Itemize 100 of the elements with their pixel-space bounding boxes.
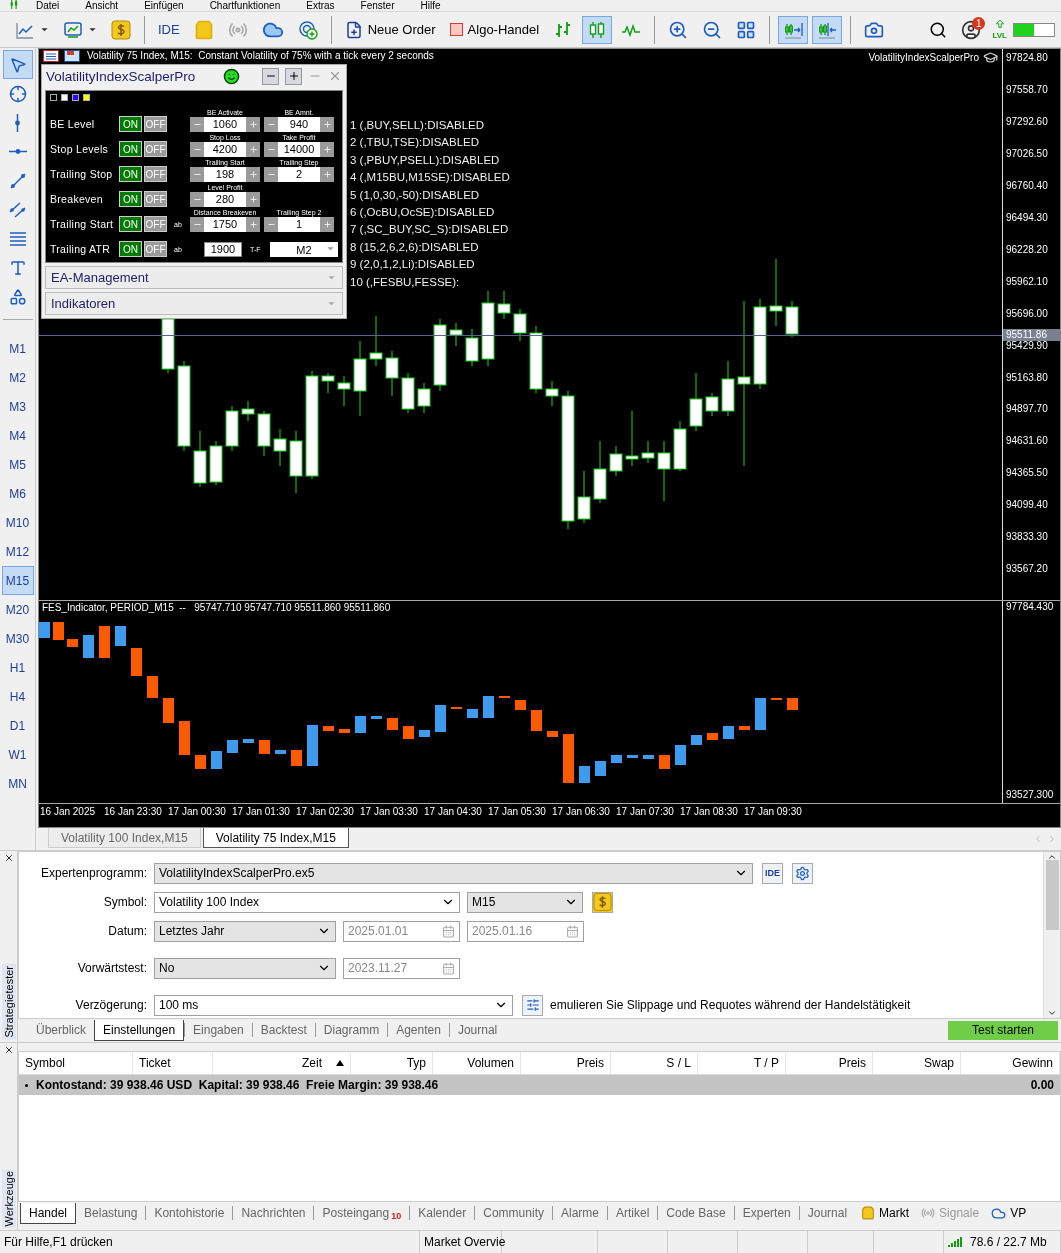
scrollbar[interactable] <box>1043 852 1060 1018</box>
chart-tab[interactable]: Volatility 75 Index,M15 <box>202 828 349 848</box>
sliders-button[interactable] <box>522 994 543 1016</box>
dropdown-field[interactable]: VolatilityIndexScalperPro.ex5 <box>154 862 753 884</box>
column-header[interactable]: Symbol <box>19 1052 133 1074</box>
new-order-button[interactable]: Neue Order <box>339 15 441 44</box>
on-button[interactable]: ON <box>119 241 142 257</box>
on-button[interactable]: ON <box>119 216 142 232</box>
timeframe-dropdown[interactable]: M2 <box>270 242 338 257</box>
currency-button[interactable] <box>592 891 613 913</box>
timeframe-button[interactable]: M12 <box>1 537 34 566</box>
algo-trading-button[interactable]: Algo-Handel <box>444 15 545 44</box>
decrease-button[interactable] <box>190 142 204 157</box>
decrease-button[interactable] <box>264 117 278 132</box>
settings-button[interactable] <box>792 862 813 884</box>
column-header[interactable]: Preis <box>786 1052 873 1074</box>
increase-button[interactable] <box>320 142 334 157</box>
drawing-tool-button[interactable] <box>2 50 33 79</box>
autoscroll-button[interactable] <box>778 15 809 44</box>
chart-tab[interactable]: Volatility 100 Index,M15 <box>48 828 201 848</box>
timeframe-button[interactable]: M1 <box>1 334 34 363</box>
column-header[interactable]: Swap <box>873 1052 961 1074</box>
column-header[interactable]: T / P <box>698 1052 786 1074</box>
on-button[interactable]: ON <box>119 191 142 207</box>
toolbox-tab[interactable]: Journal <box>799 1202 856 1224</box>
tester-tab[interactable]: Diagramm <box>315 1019 388 1041</box>
tester-tab[interactable]: Einstellungen <box>94 1019 185 1041</box>
dropdown-field[interactable]: 100 ms <box>154 994 513 1016</box>
menu-item[interactable]: Extras <box>306 0 335 11</box>
menu-item[interactable]: Chartfunktionen <box>209 0 281 11</box>
toolbox-tab[interactable]: Community <box>475 1202 552 1224</box>
decrease-button[interactable] <box>190 117 204 132</box>
on-button[interactable]: ON <box>119 141 142 157</box>
ide-button[interactable]: IDE <box>762 862 783 884</box>
dropdown-field[interactable]: M15 <box>467 891 583 913</box>
timeframe-button[interactable]: M5 <box>1 450 34 479</box>
column-header[interactable]: Ticket <box>133 1052 213 1074</box>
timeframe-button[interactable]: M6 <box>1 479 34 508</box>
increase-button[interactable] <box>246 167 260 182</box>
toolbox-tab[interactable]: Handel <box>20 1202 77 1224</box>
toolbox-link[interactable]: Markt <box>855 1206 916 1220</box>
toolbox-tab[interactable]: Artikel <box>608 1202 658 1224</box>
toolbox-tab[interactable]: Experten <box>734 1202 799 1224</box>
on-button[interactable]: ON <box>119 166 142 182</box>
toolbox-tab[interactable]: Code Base <box>658 1202 734 1224</box>
toolbox-tab[interactable]: Kontohistorie <box>146 1202 233 1224</box>
menu-item[interactable]: Ansicht <box>85 0 119 11</box>
decrease-button[interactable] <box>190 192 204 207</box>
increase-button[interactable] <box>246 217 260 232</box>
start-test-button[interactable]: Test starten <box>948 1020 1058 1040</box>
column-header[interactable]: S / L <box>611 1052 698 1074</box>
timeframe-button[interactable]: M20 <box>1 595 34 624</box>
section-header[interactable]: EA-Management <box>45 266 343 289</box>
timeframe-button[interactable]: M2 <box>1 363 34 392</box>
tester-tab[interactable]: Agenten <box>388 1019 449 1041</box>
toolbox-link[interactable]: VP <box>985 1205 1033 1221</box>
value-field[interactable]: 1900 <box>204 242 242 257</box>
timeframe-button[interactable]: M10 <box>1 508 34 537</box>
tester-tab[interactable]: Überblick <box>28 1019 94 1041</box>
value-field[interactable]: 1060 <box>204 117 246 132</box>
column-header[interactable]: Preis <box>521 1052 611 1074</box>
decrease-button[interactable] <box>190 167 204 182</box>
value-field[interactable]: 4200 <box>204 142 246 157</box>
ide-button[interactable]: IDE <box>153 15 185 44</box>
toolbox-tab[interactable]: Alarme <box>552 1202 607 1224</box>
tester-tab[interactable]: Journal <box>449 1019 506 1041</box>
toolbox-tab[interactable]: Belastung <box>76 1202 146 1224</box>
increase-button[interactable] <box>246 142 260 157</box>
timeframe-button[interactable]: H1 <box>1 653 34 682</box>
menu-item[interactable]: Fenster <box>360 0 395 11</box>
timeframe-button[interactable]: M3 <box>1 392 34 421</box>
tester-tab[interactable]: Backtest <box>252 1019 315 1041</box>
candlestick-button[interactable] <box>582 15 613 44</box>
timeframe-button[interactable]: W1 <box>1 740 34 769</box>
account-button[interactable]: 1 <box>956 15 987 44</box>
timeframe-button[interactable]: M30 <box>1 624 34 653</box>
column-header[interactable]: Gewinn <box>961 1052 1060 1074</box>
value-field[interactable]: 1 <box>278 217 320 232</box>
chart-shift-button[interactable] <box>812 15 843 44</box>
increase-button[interactable] <box>320 117 334 132</box>
dropdown-field[interactable]: No <box>154 957 336 979</box>
section-header[interactable]: Indikatoren <box>45 292 343 315</box>
column-header[interactable]: Volumen <box>433 1052 521 1074</box>
value-field[interactable]: 280 <box>204 192 246 207</box>
column-header[interactable]: Typ <box>351 1052 433 1074</box>
increase-button[interactable] <box>246 117 260 132</box>
timeframe-button[interactable]: D1 <box>1 711 34 740</box>
increase-button[interactable] <box>320 167 334 182</box>
menu-item[interactable]: Hilfe <box>420 0 441 11</box>
increase-button[interactable] <box>246 192 260 207</box>
decrease-button[interactable] <box>264 217 278 232</box>
toolbox-tab[interactable]: Kalender <box>410 1202 475 1224</box>
value-field[interactable]: 14000 <box>278 142 320 157</box>
menu-item[interactable]: Datei <box>36 0 60 11</box>
dropdown-field[interactable]: Volatility 100 Index <box>154 891 460 913</box>
decrease-button[interactable] <box>264 142 278 157</box>
menu-item[interactable]: Einfügen <box>144 0 184 11</box>
timeframe-button[interactable]: M15 <box>1 566 34 595</box>
enlarge-button[interactable] <box>285 67 302 85</box>
value-field[interactable]: 1750 <box>204 217 246 232</box>
